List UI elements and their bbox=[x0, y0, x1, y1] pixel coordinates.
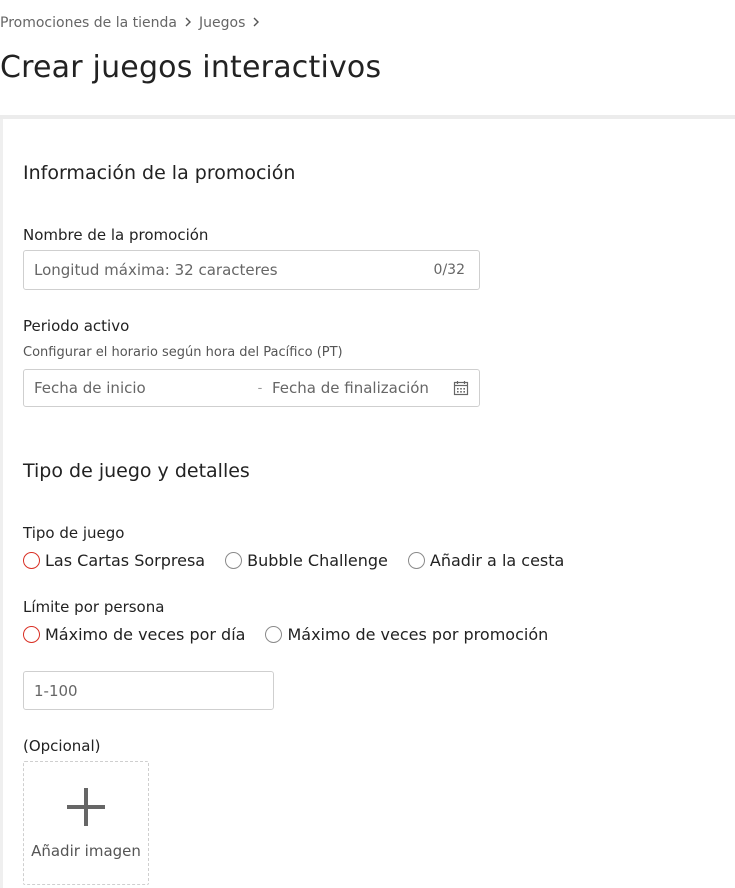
add-image-button[interactable]: Añadir imagen bbox=[23, 761, 149, 885]
promotion-name-input[interactable]: Longitud máxima: 32 caracteres 0/32 bbox=[23, 250, 480, 290]
game-type-option-bubble-challenge[interactable]: Bubble Challenge bbox=[225, 551, 388, 570]
radio-button[interactable] bbox=[23, 552, 40, 569]
limit-number-placeholder: 1-100 bbox=[34, 681, 78, 700]
character-counter: 0/32 bbox=[433, 262, 465, 278]
limit-number-input[interactable]: 1-100 bbox=[23, 671, 274, 710]
date-range-picker[interactable]: Fecha de inicio - Fecha de finalización bbox=[23, 369, 480, 407]
radio-label: Máximo de veces por día bbox=[45, 625, 246, 644]
breadcrumb-item-games[interactable]: Juegos bbox=[199, 15, 245, 31]
breadcrumb-item-store-promotions[interactable]: Promociones de la tienda bbox=[0, 15, 177, 31]
chevron-right-icon bbox=[177, 16, 199, 30]
breadcrumb: Promociones de la tienda Juegos bbox=[0, 15, 267, 31]
active-period-label: Periodo activo bbox=[23, 317, 130, 335]
section-title-game-details: Tipo de juego y detalles bbox=[23, 460, 250, 482]
radio-label: Las Cartas Sorpresa bbox=[45, 551, 206, 570]
limit-option-per-day[interactable]: Máximo de veces por día bbox=[23, 625, 245, 644]
limit-radio-group: Máximo de veces por día Máximo de veces … bbox=[23, 625, 568, 644]
game-type-option-add-to-cart[interactable]: Añadir a la cesta bbox=[407, 551, 565, 570]
end-date-input[interactable]: Fecha de finalización bbox=[271, 379, 443, 397]
per-person-limit-label: Límite por persona bbox=[23, 598, 165, 616]
optional-label: (Opcional) bbox=[23, 737, 101, 755]
start-date-input[interactable]: Fecha de inicio bbox=[24, 379, 249, 397]
game-type-label: Tipo de juego bbox=[23, 524, 125, 542]
radio-button[interactable] bbox=[225, 552, 243, 569]
game-type-radio-group: Las Cartas Sorpresa Bubble Challenge Aña… bbox=[23, 551, 584, 570]
promotion-name-placeholder: Longitud máxima: 32 caracteres bbox=[34, 261, 278, 279]
limit-option-per-promotion[interactable]: Máximo de veces por promoción bbox=[265, 625, 548, 644]
section-title-promotion-info: Información de la promoción bbox=[23, 162, 296, 184]
radio-button[interactable] bbox=[407, 552, 425, 569]
radio-button[interactable] bbox=[265, 626, 283, 643]
chevron-right-icon bbox=[245, 16, 267, 30]
page-title: Crear juegos interactivos bbox=[0, 50, 382, 85]
radio-label: Añadir a la cesta bbox=[429, 551, 565, 570]
promotion-form-card: Información de la promoción Nombre de la… bbox=[0, 119, 735, 888]
game-type-option-surprise-cards[interactable]: Las Cartas Sorpresa bbox=[23, 551, 205, 570]
add-image-label: Añadir imagen bbox=[31, 842, 141, 860]
active-period-help: Configurar el horario según hora del Pac… bbox=[23, 345, 343, 360]
radio-label: Máximo de veces por promoción bbox=[287, 625, 549, 644]
plus-icon bbox=[67, 788, 105, 830]
radio-label: Bubble Challenge bbox=[247, 551, 388, 570]
radio-button[interactable] bbox=[23, 626, 40, 643]
page: Promociones de la tienda Juegos Crear ju… bbox=[0, 0, 735, 888]
promotion-name-label: Nombre de la promoción bbox=[23, 226, 209, 244]
date-range-separator: - bbox=[257, 380, 263, 396]
calendar-icon[interactable] bbox=[443, 380, 479, 396]
